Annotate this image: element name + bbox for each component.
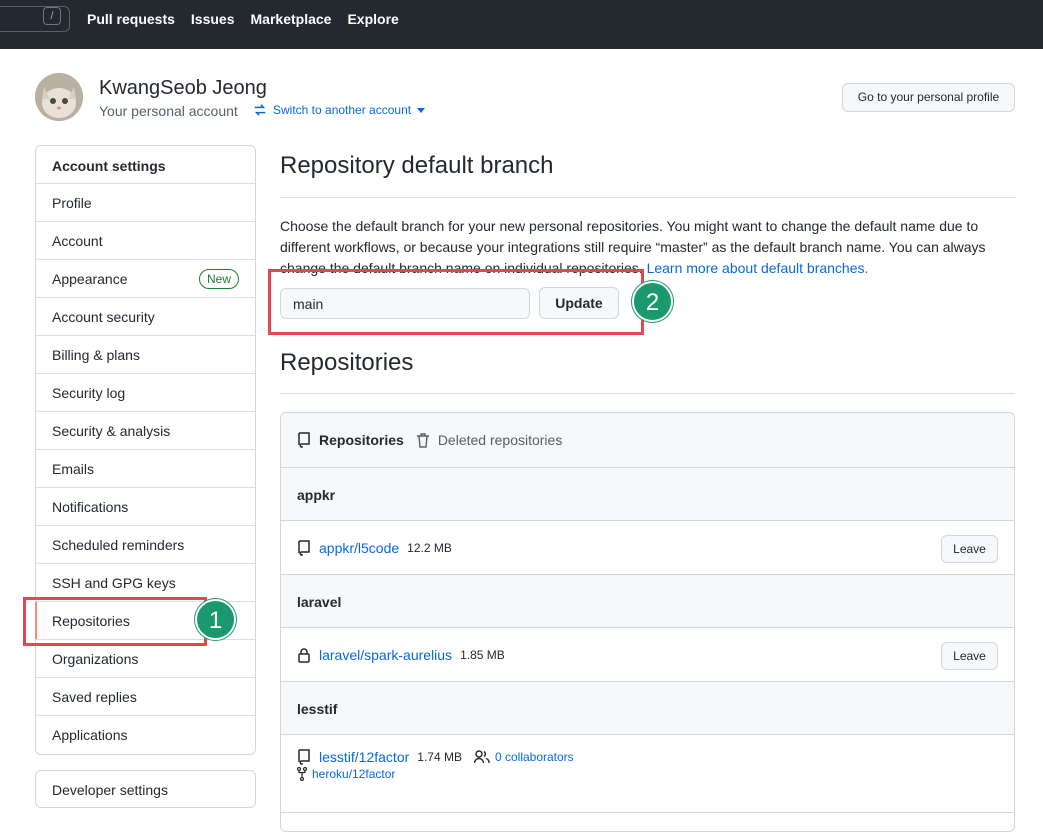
fork-icon: [297, 767, 307, 781]
nav-pull-requests[interactable]: Pull requests: [87, 11, 175, 27]
tab-label: Deleted repositories: [437, 432, 563, 448]
org-header: appkr: [281, 468, 1014, 521]
sidebar-item-security-log[interactable]: Security log: [36, 374, 255, 412]
sidebar-item-saved-replies[interactable]: Saved replies: [36, 678, 255, 716]
switch-arrows-icon: [254, 104, 266, 116]
fork-source-link[interactable]: heroku/12factor: [312, 767, 395, 781]
lock-icon: [298, 647, 310, 663]
nav-marketplace[interactable]: Marketplace: [251, 11, 332, 27]
sidebar-item-profile[interactable]: Profile: [36, 184, 255, 222]
leave-button[interactable]: Leave: [941, 642, 998, 670]
org-header: laravel: [281, 575, 1014, 628]
repo-link[interactable]: laravel/spark-aurelius: [319, 647, 452, 663]
description-text: Choose the default branch for your new p…: [280, 218, 986, 276]
sidebar-item-applications[interactable]: Applications: [36, 716, 255, 754]
highlight-box-repositories: [23, 597, 207, 646]
avatar[interactable]: [35, 73, 83, 121]
divider: [280, 197, 1015, 198]
page-title: Repository default branch: [280, 152, 554, 179]
repo-size: 1.85 MB: [460, 647, 505, 662]
sidebar-item-appearance[interactable]: Appearance New: [36, 260, 255, 298]
sidebar-item-account[interactable]: Account: [36, 222, 255, 260]
account-subtitle: Your personal account: [99, 103, 238, 119]
sidebar-item-scheduled-reminders[interactable]: Scheduled reminders: [36, 526, 255, 564]
repo-size: 12.2 MB: [407, 540, 452, 555]
top-header: / Pull requests Issues Marketplace Explo…: [0, 0, 1043, 49]
repo-tabs: Repositories Deleted repositories: [281, 413, 1014, 468]
highlight-box-default-branch: [268, 269, 644, 335]
repo-row: lesstif/12factor 1.74 MB 0 collaborators…: [281, 735, 1014, 813]
sidebar-item-billing[interactable]: Billing & plans: [36, 336, 255, 374]
new-badge: New: [198, 269, 239, 289]
account-name: KwangSeob Jeong: [99, 77, 267, 99]
repo-icon: [298, 432, 310, 448]
repo-icon: [298, 539, 310, 556]
repositories-title: Repositories: [280, 349, 414, 376]
repo-row: appkr/l5code 12.2 MB Leave: [281, 521, 1014, 575]
learn-more-link[interactable]: Learn more about default branches.: [647, 260, 869, 276]
sidebar-item-label: Appearance: [52, 271, 128, 287]
step-callout-1: 1: [195, 599, 236, 640]
repo-link[interactable]: lesstif/12factor: [319, 749, 409, 765]
repo-size: 1.74 MB: [417, 750, 462, 764]
nav-issues[interactable]: Issues: [191, 11, 235, 27]
repo-link[interactable]: appkr/l5code: [319, 540, 399, 556]
go-to-profile-button[interactable]: Go to your personal profile: [842, 83, 1015, 112]
switch-account-link[interactable]: Switch to another account: [253, 103, 426, 117]
sidebar-item-developer-settings[interactable]: Developer settings: [35, 770, 256, 808]
sidebar-item-security-analysis[interactable]: Security & analysis: [36, 412, 255, 450]
caret-down-icon: [417, 108, 426, 113]
collaborators-link[interactable]: 0 collaborators: [473, 750, 574, 764]
sidebar-header: Account settings: [36, 146, 255, 184]
search-shortcut-key: /: [43, 7, 61, 25]
nav-explore[interactable]: Explore: [347, 11, 398, 27]
tab-label: Repositories: [319, 432, 404, 448]
sidebar-item-notifications[interactable]: Notifications: [36, 488, 255, 526]
tab-repositories[interactable]: Repositories: [297, 432, 404, 448]
repo-row: laravel/spark-aurelius 1.85 MB Leave: [281, 628, 1014, 682]
leave-button[interactable]: Leave: [941, 535, 998, 563]
step-callout-2: 2: [632, 281, 673, 322]
sidebar-item-account-security[interactable]: Account security: [36, 298, 255, 336]
global-nav: Pull requests Issues Marketplace Explore: [87, 11, 399, 27]
people-icon: [473, 750, 490, 764]
collaborators-label: 0 collaborators: [494, 750, 574, 764]
repo-icon: [298, 749, 310, 765]
repositories-box: Repositories Deleted repositories appkr …: [280, 412, 1015, 832]
divider: [280, 393, 1015, 394]
org-header: lesstif: [281, 682, 1014, 735]
trash-icon: [416, 433, 429, 448]
settings-sidebar: Account settings Profile Account Appeara…: [35, 145, 256, 755]
switch-account-label: Switch to another account: [273, 103, 412, 117]
sidebar-item-emails[interactable]: Emails: [36, 450, 255, 488]
tab-deleted-repositories[interactable]: Deleted repositories: [416, 432, 563, 448]
